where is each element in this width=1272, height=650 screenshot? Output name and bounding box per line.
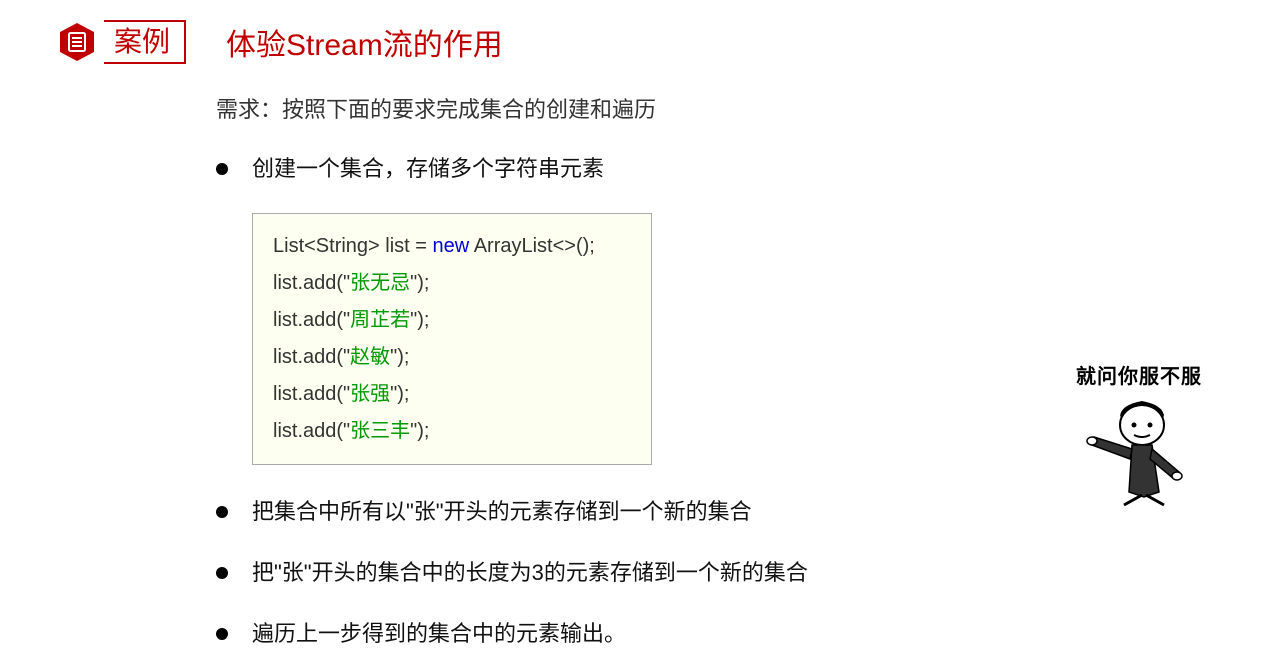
bullet-list: 把集合中所有以"张"开头的元素存储到一个新的集合 把"张"开头的集合中的长度为3… [216, 495, 900, 650]
code-line: list.add("张无忌"); [273, 265, 631, 302]
requirement-text: 需求：按照下面的要求完成集合的创建和遍历 [216, 92, 900, 124]
code-line: list.add("张三丰"); [273, 413, 631, 450]
meme-figure-icon [1084, 397, 1194, 507]
meme: 就问你服不服 [1076, 360, 1202, 507]
code-line: list.add("赵敏"); [273, 339, 631, 376]
code-line: list.add("周芷若"); [273, 302, 631, 339]
list-item: 遍历上一步得到的集合中的元素输出。 [216, 617, 900, 650]
code-block: List<String> list = new ArrayList<>(); l… [252, 213, 652, 465]
meme-text: 就问你服不服 [1076, 360, 1202, 389]
bullet-list: 创建一个集合，存储多个字符串元素 [216, 152, 900, 185]
case-hex-icon [56, 21, 98, 63]
list-item: 创建一个集合，存储多个字符串元素 [216, 152, 900, 185]
content: 需求：按照下面的要求完成集合的创建和遍历 创建一个集合，存储多个字符串元素 Li… [0, 64, 900, 650]
code-line: list.add("张强"); [273, 376, 631, 413]
list-item: 把集合中所有以"张"开头的元素存储到一个新的集合 [216, 495, 900, 528]
case-label: 案例 [104, 20, 186, 64]
code-line: List<String> list = new ArrayList<>(); [273, 228, 631, 265]
page-title: 体验Stream流的作用 [226, 20, 503, 64]
list-item: 把"张"开头的集合中的长度为3的元素存储到一个新的集合 [216, 556, 900, 589]
header: 案例 体验Stream流的作用 [0, 0, 1272, 64]
